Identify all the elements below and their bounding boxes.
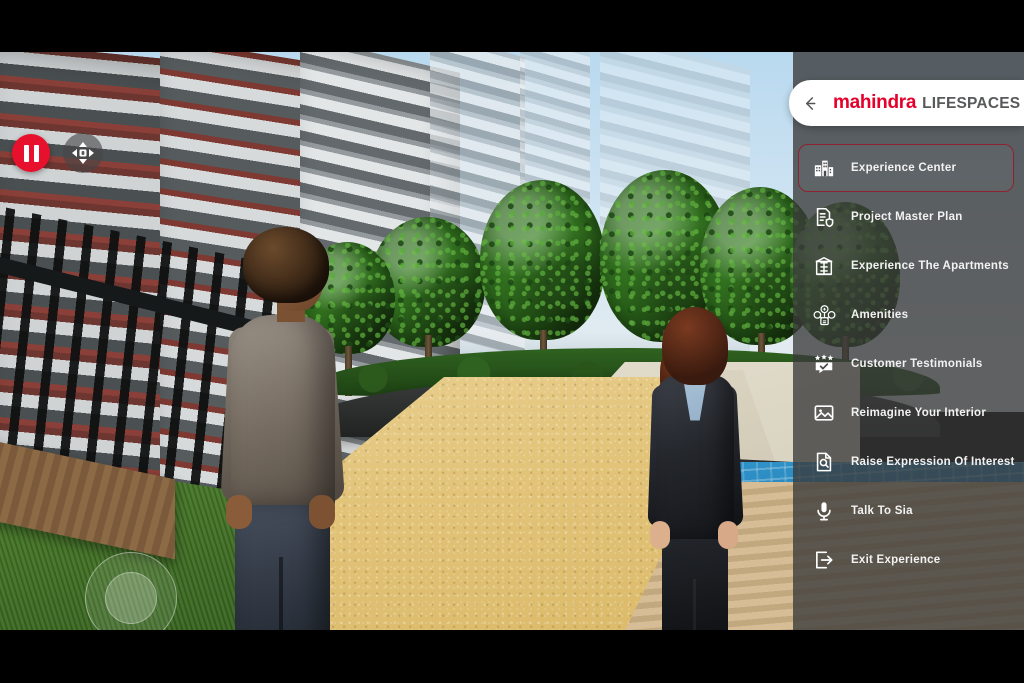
menu-item-customer-testimonials[interactable]: Customer Testimonials (798, 340, 1014, 388)
menu-item-label: Reimagine Your Interior (851, 407, 986, 419)
female-avatar[interactable] (640, 307, 745, 630)
letterbox-bottom (0, 630, 1024, 683)
apartment-icon (811, 253, 837, 279)
menu-item-exit-experience[interactable]: Exit Experience (798, 536, 1014, 584)
letterbox-top (0, 0, 1024, 52)
menu-item-experience-center[interactable]: Experience Center (798, 144, 1014, 192)
menu-item-label: Customer Testimonials (851, 358, 983, 370)
review-chat-icon (811, 351, 837, 377)
back-button[interactable] (795, 88, 825, 118)
female-avatar-hand-right (718, 521, 738, 549)
exit-icon (811, 547, 837, 573)
arrow-left-icon (803, 96, 818, 111)
menu-item-label: Experience Center (851, 162, 956, 174)
menu-list: Experience Center Project Master Plan (793, 144, 1024, 585)
movement-controls-button[interactable] (63, 133, 103, 173)
menu-item-label: Exit Experience (851, 554, 940, 566)
menu-item-raise-expression-of-interest[interactable]: Raise Expression Of Interest (798, 438, 1014, 486)
brand-mark: mahindra (833, 92, 916, 114)
menu-item-amenities[interactable]: Amenities (798, 291, 1014, 339)
pause-button[interactable] (12, 134, 50, 172)
male-avatar-hair (243, 227, 329, 303)
menu-item-project-master-plan[interactable]: Project Master Plan (798, 193, 1014, 241)
brand-header: mahindra LIFESPACES (789, 80, 1024, 126)
document-shield-icon (811, 204, 837, 230)
menu-item-experience-the-apartments[interactable]: Experience The Apartments (798, 242, 1014, 290)
amenities-cluster-icon (811, 302, 837, 328)
menu-item-label: Experience The Apartments (851, 260, 1009, 272)
male-avatar-hand-right (309, 495, 335, 529)
female-avatar-leg-split (693, 579, 696, 630)
menu-item-reimagine-your-interior[interactable]: Reimagine Your Interior (798, 389, 1014, 437)
pause-icon (24, 145, 29, 162)
dpad-icon (70, 140, 96, 166)
menu-item-label: Amenities (851, 309, 908, 321)
female-avatar-hair (662, 307, 728, 385)
navigation-panel: mahindra LIFESPACES (793, 52, 1024, 630)
male-avatar-leg-split (279, 557, 283, 630)
microphone-icon (811, 498, 837, 524)
brand-logo: mahindra LIFESPACES (833, 92, 1020, 114)
building-icon (811, 155, 837, 181)
menu-item-label: Raise Expression Of Interest (851, 456, 1015, 468)
pause-icon-bar2 (34, 145, 39, 162)
menu-item-label: Project Master Plan (851, 211, 962, 223)
male-avatar[interactable] (205, 227, 340, 630)
brand-sub: LIFESPACES (922, 95, 1020, 113)
female-avatar-hand-left (650, 521, 670, 549)
document-search-icon (811, 449, 837, 475)
male-avatar-hand-left (226, 495, 252, 529)
app-window: mahindra LIFESPACES (0, 0, 1024, 683)
joystick-knob[interactable] (105, 572, 157, 624)
menu-item-label: Talk To Sia (851, 505, 913, 517)
image-icon (811, 400, 837, 426)
male-avatar-torso (231, 315, 335, 520)
menu-item-talk-to-sia[interactable]: Talk To Sia (798, 487, 1014, 535)
